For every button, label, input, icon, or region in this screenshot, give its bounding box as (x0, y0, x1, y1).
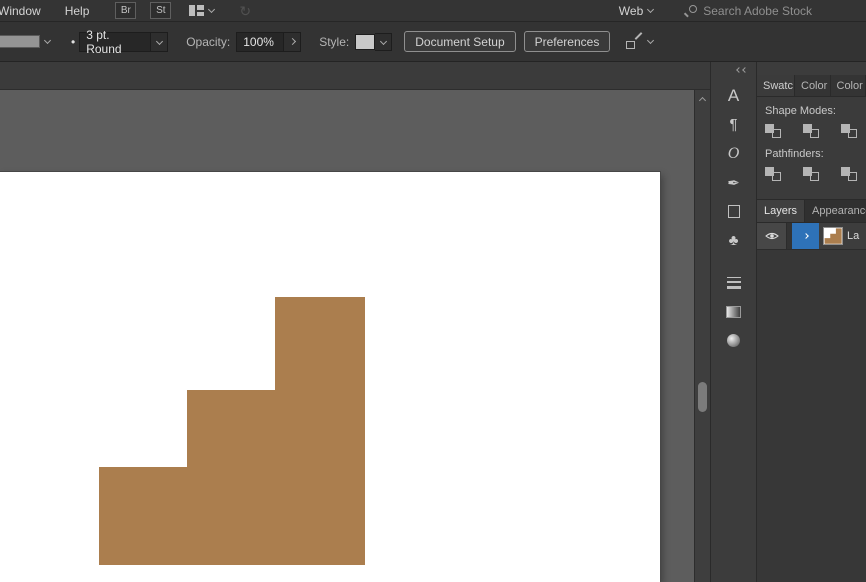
chevron-down-icon (156, 38, 163, 45)
pasteboard[interactable] (0, 90, 694, 582)
stock-app-icon[interactable]: St (150, 2, 171, 19)
dock-top (757, 62, 866, 75)
trim-icon[interactable] (803, 167, 819, 181)
sphere-icon (727, 334, 740, 347)
chevron-left-icon (742, 67, 748, 73)
shape-modes-label: Shape Modes: (765, 105, 866, 117)
layer-name[interactable]: La (847, 230, 859, 242)
menu-bar: Window Help Br St ↻ Web Search Adobe Sto… (0, 0, 866, 22)
layer-visibility-toggle[interactable] (757, 223, 787, 249)
chevron-down-icon[interactable] (44, 37, 51, 44)
preferences-button[interactable]: Preferences (524, 31, 611, 52)
chevron-down-icon (647, 6, 654, 13)
style-label: Style: (319, 35, 349, 49)
profile-select[interactable]: Web (619, 4, 656, 18)
tab-layers[interactable]: Layers (757, 200, 805, 222)
tab-color-guide[interactable]: Color (831, 75, 866, 96)
opentype-panel-icon[interactable]: O (711, 139, 756, 168)
tab-appearance[interactable]: Appearance (805, 200, 866, 222)
opacity-dropdown-button[interactable] (284, 32, 301, 52)
panel-icon-strip: A ¶ O ✒ ♣ (710, 62, 756, 582)
stock-search-input[interactable]: Search Adobe Stock (684, 4, 812, 18)
style-swatch[interactable] (355, 34, 375, 50)
layers-panel-empty-area (757, 250, 866, 582)
pathfinders-label: Pathfinders: (765, 148, 866, 160)
tab-swatches[interactable]: Swatc (757, 75, 795, 96)
character-panel-icon[interactable]: A (711, 81, 756, 110)
opacity-label[interactable]: Opacity: (186, 35, 230, 49)
stroke-panel-icon[interactable] (711, 268, 756, 297)
align-pixel-grid-icon[interactable] (626, 34, 643, 49)
gradient-panel-icon[interactable] (711, 297, 756, 326)
bridge-app-icon[interactable]: Br (115, 2, 136, 19)
paragraph-panel-icon[interactable]: ¶ (711, 110, 756, 139)
search-icon (684, 5, 697, 17)
layer-thumbnail-art (824, 228, 842, 244)
canvas-area (0, 62, 710, 582)
menu-help[interactable]: Help (53, 4, 102, 18)
pathfinder-panel: Shape Modes: Pathfinders: (757, 97, 866, 191)
artboards-panel-icon[interactable] (711, 197, 756, 226)
control-bar: • 3 pt. Round Opacity: 100% Style: Docum… (0, 22, 866, 62)
minus-front-icon[interactable] (803, 124, 819, 138)
stroke-profile-swatch[interactable] (0, 35, 40, 48)
pathfinders-row (765, 167, 866, 181)
chevron-down-icon[interactable] (647, 37, 654, 44)
sync-icon[interactable]: ↻ (239, 4, 251, 18)
brush-bullet: • (71, 35, 75, 49)
layer-expand-button[interactable] (792, 223, 819, 249)
opacity-field[interactable]: 100% (236, 32, 284, 52)
workspace: A ¶ O ✒ ♣ Swatc Color Color Shape Modes: (0, 62, 866, 582)
menu-window[interactable]: Window (0, 4, 53, 18)
layers-tab-bar: Layers Appearance (757, 199, 866, 223)
layer-thumbnail[interactable] (823, 227, 843, 245)
document-setup-button[interactable]: Document Setup (404, 31, 515, 52)
scrollbar-thumb[interactable] (698, 382, 707, 412)
unite-icon[interactable] (765, 124, 781, 138)
style-dropdown-button[interactable] (375, 33, 392, 51)
brushes-panel-icon[interactable]: ✒ (711, 168, 756, 197)
intersect-icon[interactable] (841, 124, 857, 138)
workspace-switcher-icon[interactable] (189, 4, 204, 17)
chevron-down-icon (380, 38, 387, 45)
brush-definition-field[interactable]: 3 pt. Round (79, 32, 151, 52)
chevron-right-icon (289, 38, 296, 45)
gradient-icon (726, 306, 741, 318)
panel-dock: Swatc Color Color Shape Modes: Pathfinde… (756, 62, 866, 582)
chevron-left-icon (736, 67, 742, 73)
artboard (0, 172, 660, 582)
transparency-panel-icon[interactable] (711, 326, 756, 355)
tab-color[interactable]: Color (795, 75, 831, 96)
divide-icon[interactable] (765, 167, 781, 181)
chevron-down-icon[interactable] (208, 6, 215, 13)
stroke-lines-icon (727, 277, 741, 289)
panel-tab-bar: Swatc Color Color (757, 75, 866, 97)
chevron-right-icon (803, 233, 809, 239)
brush-dropdown-button[interactable] (151, 32, 168, 52)
vertical-scrollbar[interactable] (694, 90, 710, 582)
artwork-layer (0, 172, 660, 582)
shape-modes-row (765, 124, 866, 138)
stairs-shape[interactable] (99, 297, 365, 565)
document-top-strip (0, 62, 710, 90)
collapse-panels-button[interactable] (736, 65, 748, 75)
layer-row[interactable]: La (757, 223, 866, 250)
scroll-up-icon[interactable] (699, 97, 706, 104)
search-placeholder: Search Adobe Stock (703, 4, 812, 18)
symbols-panel-icon[interactable]: ♣ (711, 226, 756, 255)
profile-label: Web (619, 4, 643, 18)
merge-icon[interactable] (841, 167, 857, 181)
eye-icon (765, 231, 779, 241)
page-icon (728, 205, 740, 218)
